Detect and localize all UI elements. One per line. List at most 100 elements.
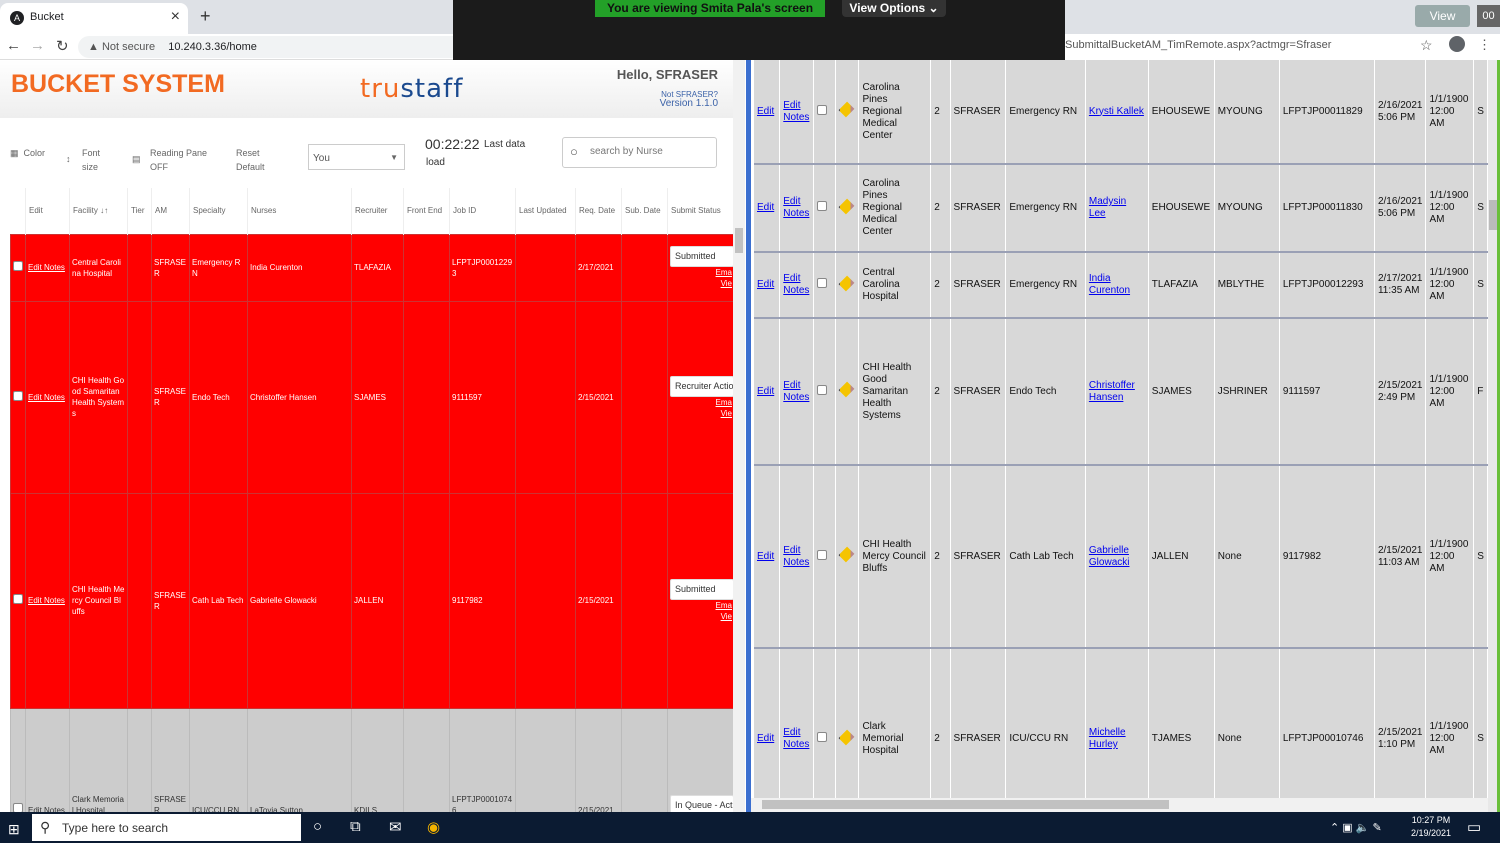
edit-link[interactable]: Edit (757, 202, 774, 213)
view-link[interactable]: Vie (670, 278, 734, 289)
reading-pane-button[interactable]: ▤ Reading Pane OFF (132, 146, 207, 174)
edit-cell: Edit (754, 648, 781, 812)
nurse-link[interactable]: Gabrielle Glowacki (1089, 545, 1130, 568)
table-row[interactable]: Edit Edit Notes Central Carolina Hospital 2… (754, 252, 1488, 319)
row-checkbox[interactable] (13, 261, 23, 271)
horizontal-scroll-thumb[interactable] (762, 800, 1169, 809)
cortana-icon[interactable]: ○ (313, 818, 322, 835)
row-checkbox[interactable] (13, 594, 23, 604)
mail-icon[interactable]: ✉ (389, 818, 402, 836)
nurse-link[interactable]: Madysin Lee (1089, 196, 1126, 219)
email-link[interactable]: Ema (670, 397, 734, 408)
view-link[interactable]: Vie (670, 611, 734, 622)
right-scroll-thumb[interactable] (1489, 200, 1497, 230)
edit-notes-link[interactable]: Edit Notes (783, 380, 809, 403)
edit-notes-link[interactable]: Edit Notes (783, 273, 809, 296)
left-scrollbar[interactable] (733, 60, 745, 812)
edit-notes-link[interactable]: Edit Notes (783, 100, 809, 123)
tier-cell: 2 (930, 465, 951, 649)
table-row[interactable]: Edit Edit Notes Carolina Pines Regional Me… (754, 164, 1488, 253)
table-row[interactable]: Edit Notes CHI Health Mercy Council Bluff… (10, 492, 737, 709)
tier-cell (127, 492, 152, 709)
edit-cell: Edit Notes (25, 300, 70, 494)
star-icon[interactable]: ☆ (1420, 34, 1433, 56)
chrome-icon[interactable]: ◉ (427, 818, 440, 836)
color-button[interactable]: ▦ Color (10, 146, 45, 160)
status-dropdown[interactable]: Recruiter Action (670, 375, 734, 397)
email-link[interactable]: Ema (670, 600, 734, 611)
status-dropdown[interactable]: Submitted (670, 579, 734, 600)
edit-link[interactable]: Edit (757, 551, 774, 562)
reload-icon[interactable]: ↻ (56, 37, 69, 55)
status-dropdown[interactable]: Submitted (670, 246, 734, 267)
nurse-link[interactable]: Krysti Kallek (1089, 106, 1144, 117)
logo-part-b: staff (400, 74, 464, 104)
new-tab-icon[interactable]: + (200, 6, 211, 27)
row-checkbox[interactable] (817, 104, 828, 115)
pencil-icon[interactable] (838, 729, 855, 745)
pencil-icon[interactable] (838, 275, 855, 291)
row-checkbox[interactable] (817, 201, 828, 211)
row-checkbox[interactable] (13, 802, 23, 813)
nurse-link[interactable]: Michelle Hurley (1089, 727, 1126, 750)
row-select-cell (10, 492, 26, 709)
table-row[interactable]: Edit Notes CHI Health Good Samaritan Heal… (10, 300, 737, 494)
windows-start-icon[interactable]: ⊞ (8, 821, 20, 838)
pencil-icon[interactable] (838, 546, 855, 563)
angular-favicon-icon: A (10, 11, 24, 25)
pencil-icon[interactable] (838, 381, 855, 398)
edit-notes-link[interactable]: Edit Notes (28, 263, 65, 272)
row-checkbox[interactable] (817, 732, 828, 742)
column-header[interactable]: Facility ↓↑ (69, 188, 128, 234)
forward-icon[interactable]: → (30, 37, 45, 54)
edit-link[interactable]: Edit (757, 386, 774, 397)
row-checkbox[interactable] (817, 278, 828, 288)
recruiter-cell: KDILS (351, 707, 404, 819)
reset-default-button[interactable]: Reset Default (236, 146, 265, 174)
select-cell (813, 60, 836, 165)
taskbar-search[interactable]: ⚲ Type here to search (32, 814, 301, 841)
url-field[interactable]: ▲ Not secure 10.240.3.36/home (78, 36, 453, 58)
notifications-icon[interactable]: ▭ (1467, 818, 1481, 836)
edit-link[interactable]: Edit (757, 106, 774, 117)
table-row[interactable]: Edit Edit Notes Carolina Pines Regional Me… (754, 60, 1488, 165)
nurse-link[interactable]: India Curenton (1089, 273, 1130, 296)
edit-notes-link[interactable]: Edit Notes (783, 545, 809, 568)
task-view-icon[interactable]: ⧉ (350, 818, 361, 835)
edit-notes-link[interactable]: Edit Notes (28, 393, 65, 402)
menu-icon[interactable]: ⋮ (1478, 34, 1491, 56)
pencil-icon[interactable] (838, 101, 855, 118)
view-link[interactable]: Vie (670, 408, 734, 419)
row-checkbox[interactable] (817, 549, 828, 560)
row-checkbox[interactable] (817, 384, 828, 395)
email-link[interactable]: Ema (670, 267, 734, 278)
right-address-bar[interactable]: SubmittalBucketAM_TimRemote.aspx?actmgr=… (1065, 34, 1500, 60)
close-tab-icon[interactable]: × (171, 8, 180, 26)
edit-link[interactable]: Edit (757, 733, 774, 744)
column-header (10, 188, 26, 234)
back-icon[interactable]: ← (6, 37, 21, 54)
nurse-link[interactable]: Christoffer Hansen (1089, 380, 1135, 403)
table-row[interactable]: Edit Notes Central Carolina Hospital SFRAS… (10, 233, 737, 302)
facility-cell: Central Carolina Hospital (858, 252, 932, 319)
profile-icon[interactable] (1449, 36, 1465, 52)
edit-link[interactable]: Edit (757, 279, 774, 290)
edit-notes-link[interactable]: Edit Notes (783, 196, 809, 219)
taskbar-clock[interactable]: 10:27 PM 2/19/2021 (1403, 814, 1459, 840)
row-checkbox[interactable] (13, 390, 23, 401)
font-size-button[interactable]: ↕ Font size (66, 146, 112, 174)
tray-icons[interactable]: ⌃ ▣ 🔈 ✎ (1330, 821, 1382, 834)
browser-tab[interactable]: A Bucket × (0, 3, 188, 34)
left-scroll-thumb[interactable] (735, 228, 743, 253)
user-select[interactable]: You ▼ (308, 144, 405, 170)
table-row[interactable]: Edit Edit Notes CHI Health Good Samaritan … (754, 318, 1488, 466)
table-row[interactable]: Edit Notes Clark Memorial Hospital SFRASER… (10, 707, 737, 819)
edit-notes-link[interactable]: Edit Notes (783, 727, 809, 750)
table-row[interactable]: Edit Edit Notes CHI Health Mercy Council B… (754, 465, 1488, 649)
table-row[interactable]: Edit Edit Notes Clark Memorial Hospital 2 SF… (754, 648, 1488, 812)
view-options-button[interactable]: View Options ⌄ (842, 0, 946, 17)
view-button[interactable]: View (1415, 5, 1470, 27)
pencil-icon[interactable] (838, 198, 855, 214)
nurse-search-input[interactable]: ○ search by Nurse (562, 137, 717, 168)
edit-notes-link[interactable]: Edit Notes (28, 596, 65, 605)
